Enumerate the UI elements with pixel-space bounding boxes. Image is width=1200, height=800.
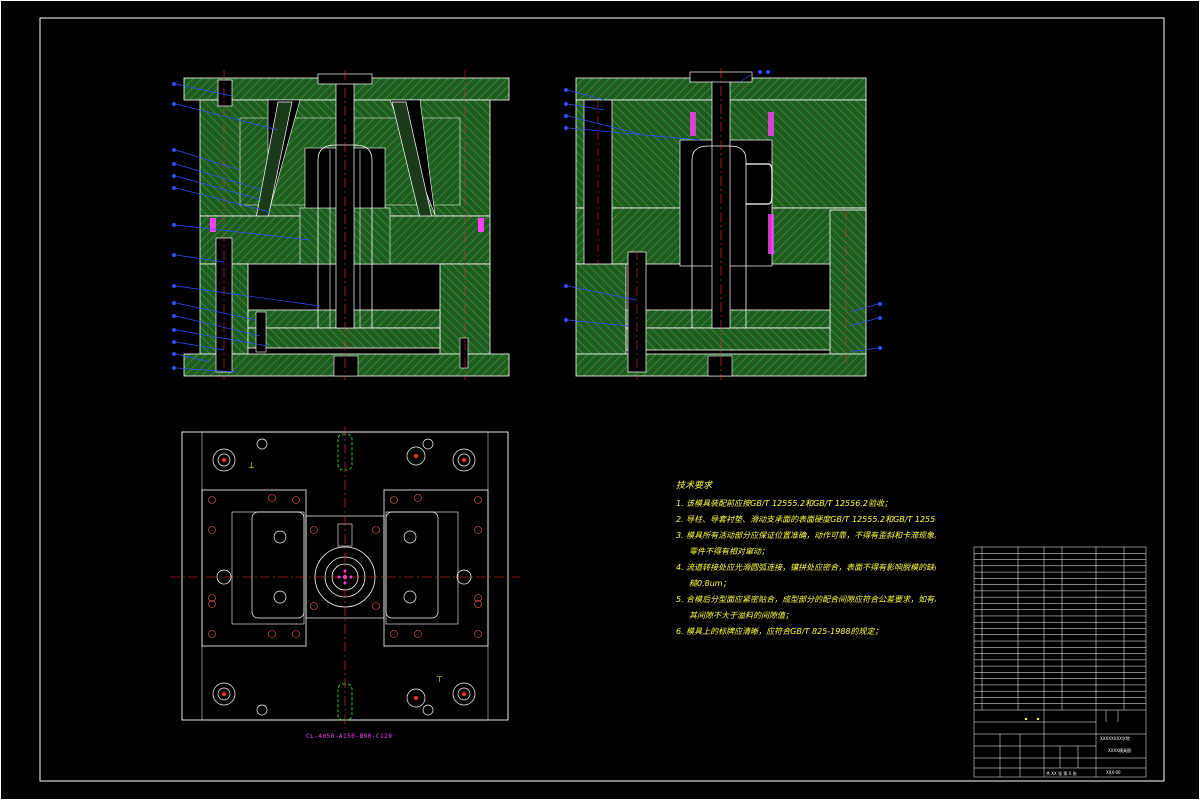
technical-requirements: 技术要求 1. 该模具装配前应按GB/T 12555.2和GB/T 12556.… (676, 478, 936, 640)
note-item-5-cont: 其间隙不大于溢料的间隙值； (689, 611, 793, 620)
plan-view-caption: CL-4050-A150-B90-C120 (306, 733, 393, 740)
cad-drawing-canvas: ⊥ ⊤ (0, 0, 1200, 800)
note-item-2: 2. 导柱、导套衬垫、滑动支承面的表面硬度GB/T 12555.2和GB/T 1… (676, 515, 936, 524)
notes-title: 技术要求 (676, 481, 713, 491)
front-section-view (172, 70, 510, 380)
note-item-4-cont: 糙0.8um； (689, 579, 731, 588)
note-item-5: 5. 合模后分型面应紧密贴合，成型部分的配合间隙应符合公差要求，如有局部间隙， (676, 595, 936, 604)
plan-view: ⊥ ⊤ (170, 426, 520, 728)
note-item-3-cont: 零件不得有相对窜动； (689, 547, 769, 556)
title-block-company: XXXXXXXX学院 (1100, 736, 1130, 741)
note-item-3: 3. 模具所有活动部分应保证位置准确，动作可靠，不得有歪斜和卡滞现象。要求固定的 (676, 531, 936, 540)
title-block-drawing-name: XXXX模具图 (1108, 748, 1131, 753)
note-item-6: 6. 模具上的标牌应清晰，应符合GB/T 825-1988的规定； (676, 627, 883, 636)
title-block (973, 546, 1147, 778)
side-section-view (564, 68, 882, 380)
title-block-sheet: 共 XX 张 第 X 张 (1046, 771, 1077, 776)
svg-text:⊥: ⊥ (248, 461, 255, 470)
note-item-1: 1. 该模具装配前应按GB/T 12555.2和GB/T 12556.2验收； (676, 499, 892, 508)
note-item-4: 4. 流道转接处应光滑圆弧连接，镶拼处应密合，表面不得有影响脱模的缺陷，Ra值不… (676, 563, 936, 572)
title-block-drawing-no: XXX-00 (1106, 770, 1121, 775)
svg-text:⊤: ⊤ (436, 675, 443, 684)
